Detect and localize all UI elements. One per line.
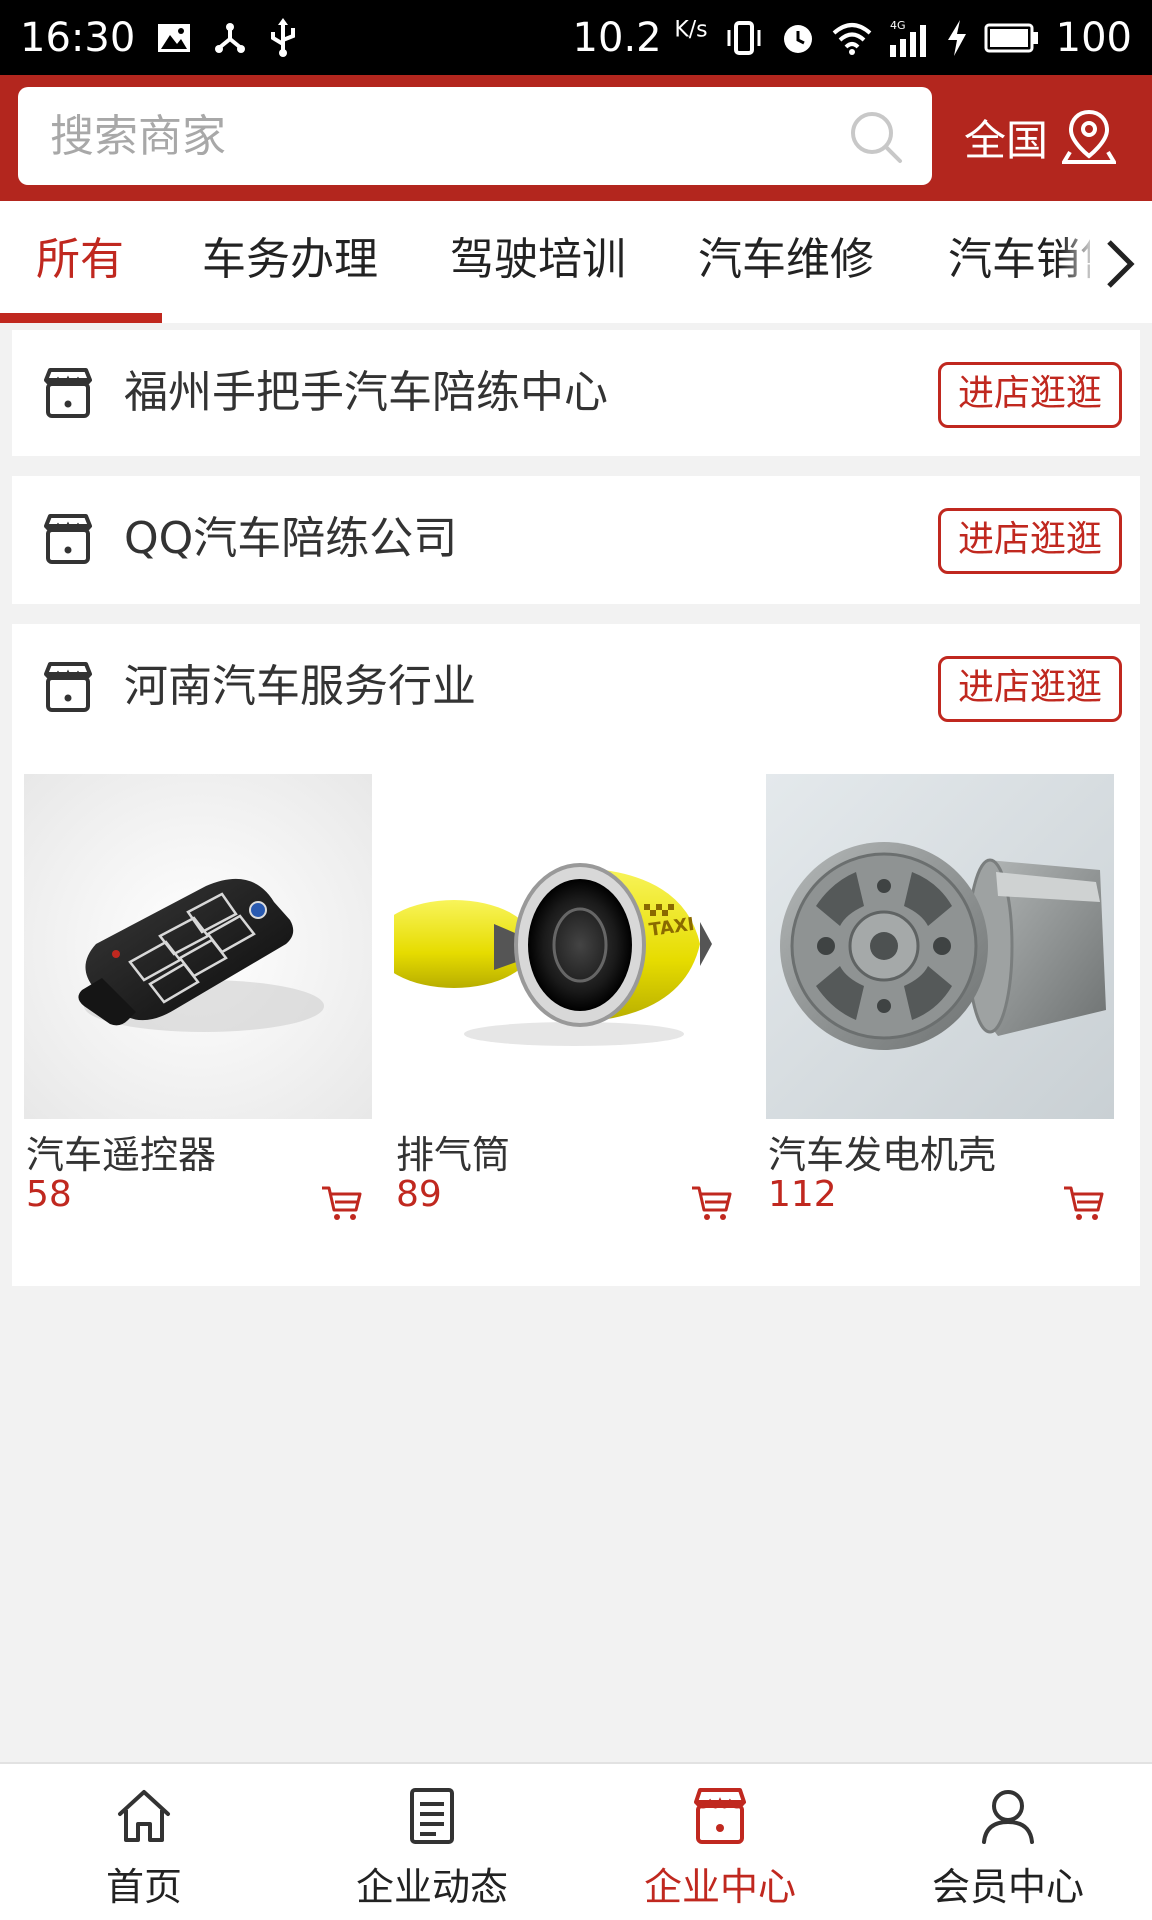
vibrate-icon — [724, 20, 764, 56]
home-icon — [118, 1790, 170, 1842]
image-notification-icon — [157, 23, 191, 53]
search-input[interactable] — [50, 101, 830, 171]
store-icon — [44, 368, 92, 418]
tab-driving-training[interactable]: 驾驶培训 — [450, 201, 626, 323]
visit-store-button[interactable]: 进店逛逛 — [938, 362, 1122, 428]
product-card[interactable]: TAXI 排气筒 89 — [394, 774, 742, 1220]
tab-car-repair[interactable]: 汽车维修 — [698, 201, 874, 323]
visit-store-button[interactable]: 进店逛逛 — [938, 508, 1122, 574]
nav-member-center[interactable]: 会员中心 — [864, 1764, 1152, 1920]
bottom-nav: 首页 企业动态 企业中心 会员中心 — [0, 1762, 1152, 1920]
share-network-icon — [213, 21, 247, 55]
svg-text:4G: 4G — [890, 19, 906, 32]
status-time: 16:30 — [20, 14, 136, 61]
nav-company-news[interactable]: 企业动态 — [288, 1764, 576, 1920]
news-icon — [410, 1788, 454, 1844]
charging-icon — [946, 19, 968, 56]
product-price: 58 — [26, 1174, 72, 1215]
cart-icon[interactable] — [320, 1184, 362, 1222]
nav-label: 企业动态 — [355, 1865, 508, 1909]
location-pin-icon — [1062, 109, 1117, 164]
visit-store-button[interactable]: 进店逛逛 — [938, 656, 1122, 722]
search-icon[interactable] — [848, 109, 904, 165]
nav-company-center[interactable]: 企业中心 — [576, 1764, 864, 1920]
usb-icon — [269, 17, 297, 58]
store-card[interactable]: 福州手把手汽车陪练中心 进店逛逛 — [12, 330, 1140, 456]
wifi-icon — [832, 21, 872, 55]
cart-icon[interactable] — [690, 1184, 732, 1222]
region-label: 全国 — [964, 115, 1049, 165]
tabs-more-button[interactable] — [1090, 229, 1150, 299]
product-image[interactable]: TAXI — [394, 774, 742, 1119]
network-speed: 10.2 K/s — [572, 14, 708, 61]
cellular-signal-icon: 4G — [888, 19, 930, 57]
status-bar: 16:30 10.2 K/s 4G 100 — [0, 0, 1152, 75]
category-tabs: 所有 车务办理 驾驶培训 汽车维修 汽车销售 — [0, 201, 1152, 323]
battery-level: 100 — [1055, 14, 1132, 61]
store-icon — [694, 1788, 746, 1844]
active-tab-indicator — [0, 313, 162, 323]
product-card[interactable]: 汽车遥控器 58 — [24, 774, 372, 1220]
store-icon — [44, 662, 92, 712]
store-name[interactable]: QQ汽车陪练公司 — [124, 506, 457, 572]
tab-all[interactable]: 所有 — [36, 201, 124, 323]
store-card[interactable]: 河南汽车服务行业 进店逛逛 汽车遥控器 58 TAXI 排气筒 89 汽车发电机… — [12, 624, 1140, 1286]
product-card[interactable]: 汽车发电机壳 112 — [766, 774, 1114, 1220]
store-name[interactable]: 河南汽车服务行业 — [124, 654, 476, 720]
nav-label: 企业中心 — [643, 1865, 796, 1909]
region-selector[interactable]: 全国 — [964, 97, 1117, 177]
nav-label: 首页 — [105, 1865, 182, 1909]
store-icon — [44, 514, 92, 564]
store-name[interactable]: 福州手把手汽车陪练中心 — [124, 360, 608, 426]
store-card[interactable]: QQ汽车陪练公司 进店逛逛 — [12, 476, 1140, 604]
product-image[interactable] — [766, 774, 1114, 1119]
user-icon — [982, 1790, 1034, 1844]
product-image[interactable] — [24, 774, 372, 1119]
nav-home[interactable]: 首页 — [0, 1764, 288, 1920]
product-price: 89 — [396, 1174, 442, 1215]
alarm-icon — [780, 20, 816, 56]
chevron-right-icon — [1107, 240, 1135, 288]
battery-icon — [984, 23, 1040, 53]
tab-vehicle-services[interactable]: 车务办理 — [202, 201, 378, 323]
product-name[interactable]: 汽车遥控器 — [26, 1124, 216, 1179]
search-box[interactable] — [18, 87, 932, 185]
cart-icon[interactable] — [1062, 1184, 1104, 1222]
header: 全国 — [0, 75, 1152, 201]
nav-label: 会员中心 — [931, 1865, 1084, 1909]
product-name[interactable]: 排气筒 — [396, 1124, 510, 1179]
product-name[interactable]: 汽车发电机壳 — [768, 1124, 996, 1179]
product-price: 112 — [768, 1174, 837, 1215]
